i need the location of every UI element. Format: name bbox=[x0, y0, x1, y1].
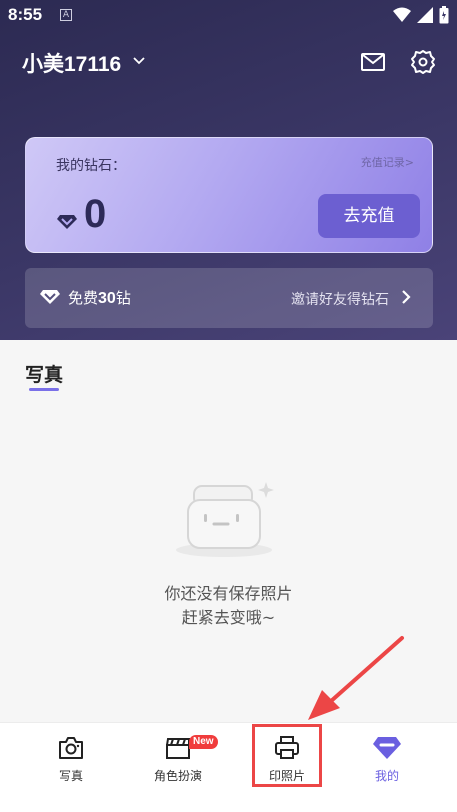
clapperboard-icon bbox=[166, 738, 190, 759]
chevron-right-icon bbox=[402, 290, 411, 304]
highlight-box bbox=[252, 724, 322, 787]
chevron-down-icon[interactable] bbox=[132, 53, 146, 67]
battery-icon bbox=[439, 6, 449, 24]
new-badge: New bbox=[189, 735, 218, 749]
diamond-card-title: 我的钻石： bbox=[56, 158, 126, 174]
diamond-icon bbox=[373, 737, 401, 759]
wifi-icon bbox=[393, 7, 411, 22]
invite-friends-label: 邀请好友得钻石 bbox=[291, 292, 389, 308]
free-diamond-bar[interactable]: 免费30钻 邀请好友得钻石 bbox=[25, 268, 433, 328]
arrow-annotation bbox=[308, 636, 404, 720]
nav-label-roleplay: 角色扮演 bbox=[153, 769, 202, 783]
status-time: 8:55 bbox=[8, 5, 43, 24]
diamond-count: 0 bbox=[84, 192, 107, 236]
bottom-nav: 写真 New 角色扮演 印照片 我的 bbox=[0, 722, 457, 812]
user-name[interactable]: 小美17116 bbox=[22, 48, 121, 78]
diamond-balance-card: 我的钻石： 充值记录> 0 去充值 bbox=[25, 137, 433, 253]
tab-indicator bbox=[29, 388, 59, 391]
nav-item-photos[interactable]: 写真 bbox=[14, 723, 128, 812]
nav-item-mine[interactable]: 我的 bbox=[330, 723, 444, 812]
gear-icon[interactable] bbox=[409, 48, 437, 76]
empty-message: 你还没有保存照片 bbox=[164, 584, 293, 603]
nav-item-roleplay[interactable]: New 角色扮演 bbox=[121, 723, 235, 812]
empty-submessage: 赶紧去变哦~ bbox=[181, 608, 276, 627]
recharge-button[interactable]: 去充值 bbox=[318, 194, 420, 238]
empty-box-illustration bbox=[176, 482, 274, 557]
status-app-icon: A bbox=[60, 9, 72, 21]
diamond-outline-icon bbox=[40, 290, 60, 304]
free-diamond-label: 免费30钻 bbox=[68, 289, 131, 307]
signal-icon bbox=[417, 7, 433, 23]
nav-label-photos: 写真 bbox=[58, 769, 83, 783]
profile-header: 小美17116 bbox=[22, 48, 437, 78]
recharge-record-link[interactable]: 充值记录> bbox=[361, 154, 414, 170]
status-icons bbox=[393, 6, 449, 24]
camera-icon bbox=[59, 737, 83, 759]
nav-label-mine: 我的 bbox=[374, 769, 399, 783]
status-bar: 8:55 A bbox=[0, 0, 457, 32]
diamond-icon bbox=[57, 215, 77, 229]
mail-icon[interactable] bbox=[359, 48, 387, 76]
tab-photos[interactable]: 写真 bbox=[25, 360, 63, 387]
